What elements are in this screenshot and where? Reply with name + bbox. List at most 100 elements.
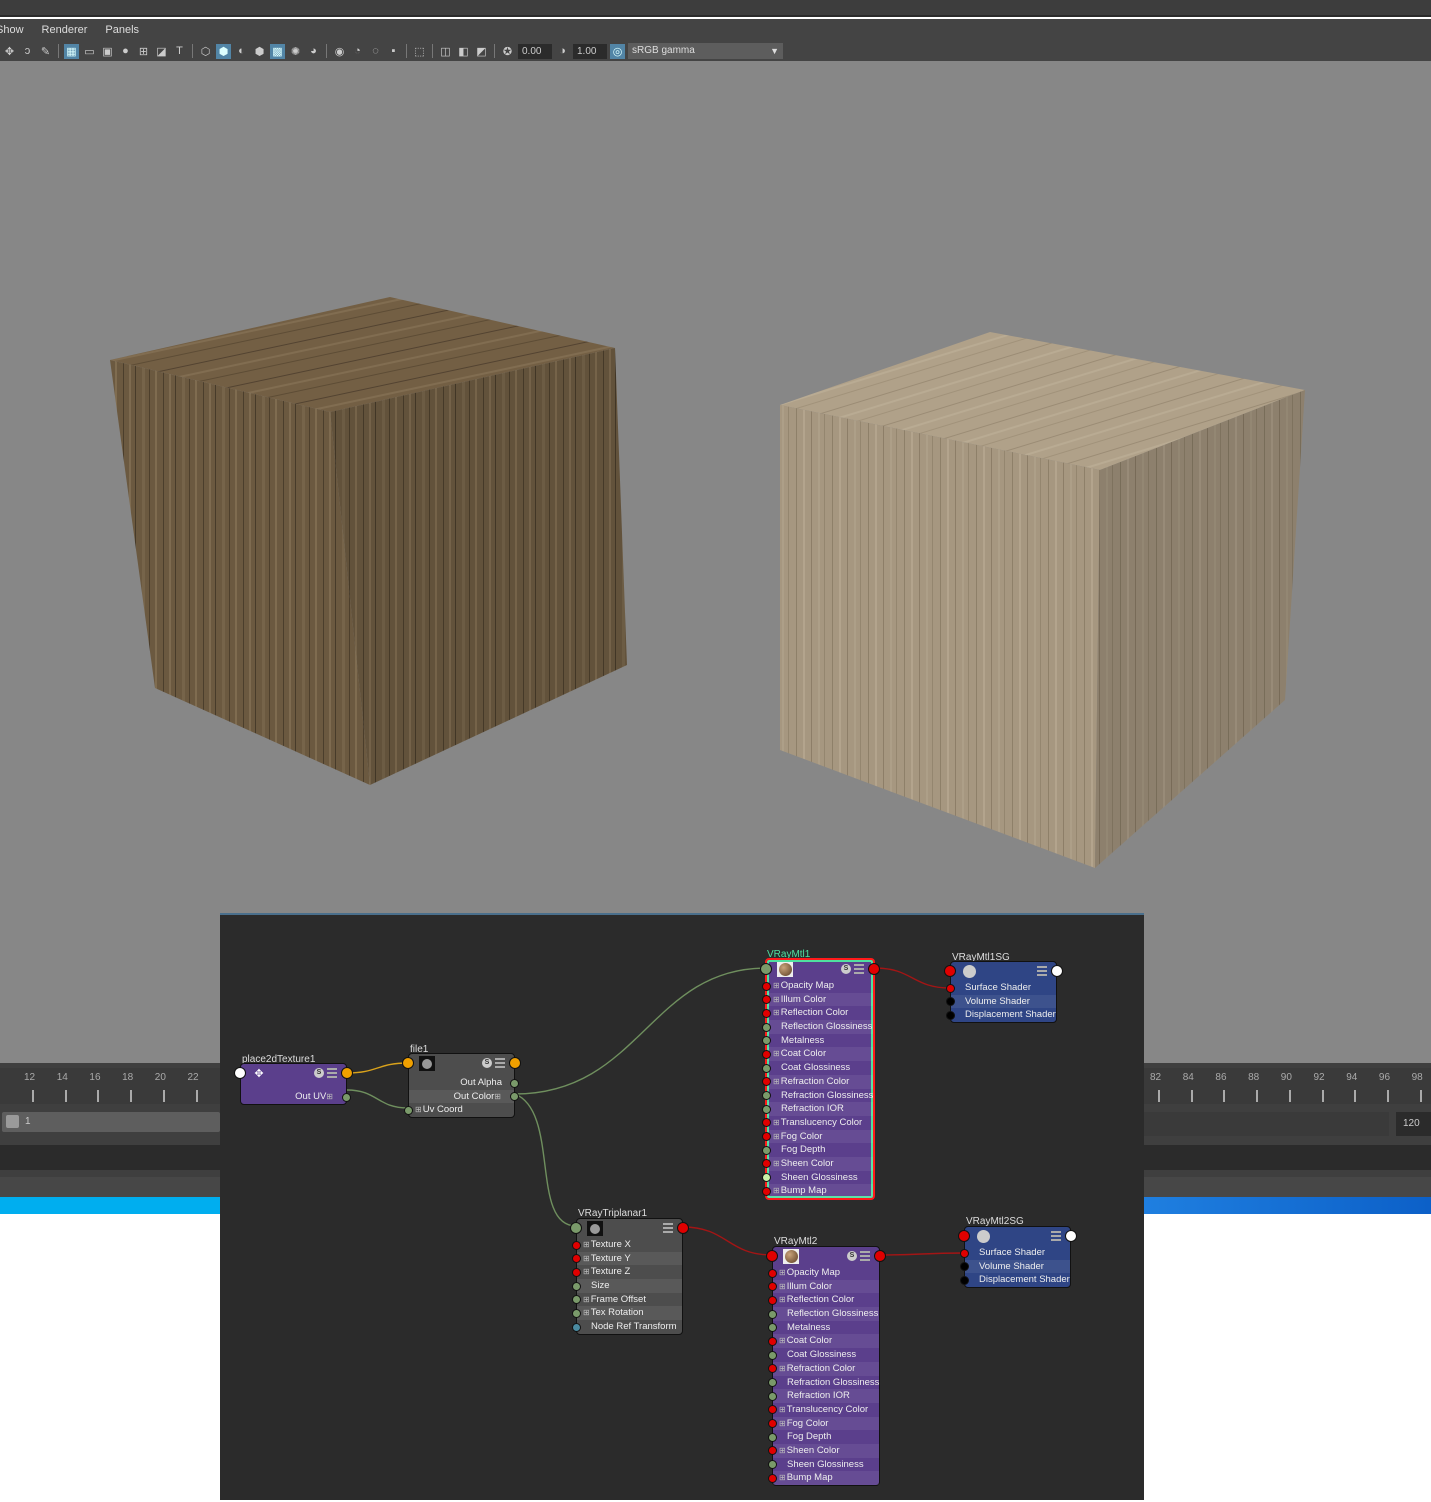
- attribute-row[interactable]: ⊞Translucency Color: [768, 1403, 879, 1417]
- input-port[interactable]: [768, 1282, 777, 1292]
- time-ruler[interactable]: 12141618202224: [0, 1068, 231, 1104]
- attribute-row[interactable]: Node Ref Transform: [572, 1320, 682, 1334]
- input-port[interactable]: [572, 1308, 581, 1318]
- node-file1[interactable]: S Out Alpha Out Color⊞ ⊞Uv Coord: [402, 1053, 521, 1119]
- node-header[interactable]: [944, 962, 1063, 981]
- expand-icon[interactable]: ⊞: [773, 1118, 780, 1127]
- input-port[interactable]: [762, 981, 771, 991]
- film-gate-icon[interactable]: ▭: [82, 44, 97, 59]
- range-handle[interactable]: [6, 1115, 19, 1128]
- attribute-row[interactable]: Refraction IOR: [768, 1389, 879, 1403]
- attribute-row[interactable]: Surface Shader: [946, 981, 1056, 995]
- attribute-row[interactable]: Displacement Shader: [946, 1008, 1056, 1022]
- node-header[interactable]: [958, 1227, 1077, 1246]
- node-editor[interactable]: place2dTexture1 ✥ S Out UV⊞ file1 S Out Alpha O…: [220, 913, 1144, 1500]
- input-port[interactable]: [762, 1036, 771, 1046]
- input-port[interactable]: [572, 1322, 581, 1332]
- attribute-row[interactable]: Volume Shader: [946, 994, 1056, 1009]
- expand-icon[interactable]: ⊞: [583, 1240, 590, 1249]
- attribute-list-icon[interactable]: [1051, 1231, 1061, 1241]
- wire-file1-to-vraymtl1[interactable]: [514, 967, 767, 1095]
- grid-icon[interactable]: ▦: [64, 43, 79, 59]
- xray-active-icon[interactable]: ◩: [474, 44, 489, 59]
- expand-icon[interactable]: ⊞: [773, 1186, 780, 1195]
- input-port[interactable]: [768, 1350, 777, 1360]
- input-port[interactable]: [960, 1275, 969, 1285]
- attribute-row[interactable]: ⊞Fog Color: [768, 1416, 879, 1431]
- attribute-row[interactable]: Sheen Glossiness: [768, 1458, 879, 1472]
- node-vraymtl1sg[interactable]: Surface Shader Volume Shader Displacement …: [944, 961, 1063, 1024]
- wireframe-icon[interactable]: ⬡: [198, 44, 213, 59]
- input-port[interactable]: [960, 1262, 969, 1272]
- time-ruler[interactable]: 82 84 86 88 90 92 94 96 98: [1144, 1068, 1431, 1104]
- ambient-occlusion-icon[interactable]: ◉: [332, 44, 347, 59]
- expand-icon[interactable]: ⊞: [779, 1446, 786, 1455]
- output-port[interactable]: [342, 1092, 351, 1102]
- input-port[interactable]: [946, 983, 955, 993]
- input-port[interactable]: [762, 1186, 771, 1196]
- expand-icon[interactable]: ⊞: [415, 1105, 422, 1114]
- color-management-icon[interactable]: ◎: [610, 43, 625, 59]
- attribute-row[interactable]: Refraction IOR: [762, 1102, 873, 1116]
- expand-icon[interactable]: ⊞: [773, 1132, 780, 1141]
- wire-vraymtl2-to-sg2[interactable]: [879, 1252, 965, 1256]
- output-port[interactable]: [1065, 1230, 1077, 1242]
- attribute-row[interactable]: Coat Glossiness: [762, 1061, 873, 1075]
- attribute-row[interactable]: Reflection Glossiness: [768, 1307, 879, 1321]
- input-port[interactable]: [762, 1118, 771, 1128]
- resolution-gate-icon[interactable]: ▣: [100, 44, 115, 59]
- attribute-row[interactable]: ⊞Illum Color: [762, 992, 873, 1007]
- input-port[interactable]: [760, 963, 772, 975]
- swatch-toggle-icon[interactable]: S: [314, 1068, 324, 1078]
- expand-icon[interactable]: ⊞: [583, 1254, 590, 1263]
- input-port[interactable]: [768, 1268, 777, 1278]
- node-vraymtl2sg[interactable]: Surface Shader Volume Shader Displacement …: [958, 1226, 1077, 1289]
- attribute-row[interactable]: Volume Shader: [960, 1259, 1070, 1274]
- expand-icon[interactable]: ⊞: [583, 1295, 590, 1304]
- attribute-row[interactable]: Surface Shader: [960, 1246, 1070, 1260]
- input-port[interactable]: [762, 1132, 771, 1142]
- input-port[interactable]: [768, 1378, 777, 1387]
- input-port[interactable]: [762, 1022, 771, 1032]
- gate-mask-icon[interactable]: ●: [118, 44, 133, 59]
- expand-icon[interactable]: ⊞: [773, 995, 780, 1004]
- attribute-row[interactable]: Out Color⊞: [409, 1089, 519, 1104]
- attribute-row[interactable]: ⊞Bump Map: [768, 1471, 879, 1485]
- attribute-row[interactable]: ⊞Coat Color: [762, 1047, 873, 1062]
- menu-renderer[interactable]: Renderer: [42, 24, 88, 36]
- input-port[interactable]: [762, 1063, 771, 1073]
- attribute-row[interactable]: ⊞Texture X: [572, 1238, 682, 1252]
- attribute-row[interactable]: ⊞Tex Rotation: [572, 1306, 682, 1321]
- expand-icon[interactable]: ⊞: [326, 1092, 333, 1101]
- expand-icon[interactable]: ⊞: [779, 1419, 786, 1428]
- attribute-row[interactable]: ⊞Sheen Color: [768, 1443, 879, 1458]
- attribute-row[interactable]: Reflection Glossiness: [762, 1020, 873, 1034]
- expand-icon[interactable]: ⊞: [583, 1267, 590, 1276]
- input-port[interactable]: [946, 997, 955, 1007]
- input-port[interactable]: [572, 1295, 581, 1305]
- attribute-row[interactable]: ⊞Refraction Color: [762, 1074, 873, 1089]
- attribute-row[interactable]: Out Alpha: [409, 1076, 519, 1090]
- attribute-list-icon[interactable]: [1037, 966, 1047, 976]
- node-vraymtl2[interactable]: S ⊞Opacity Map ⊞Illum Color ⊞Reflection Col…: [766, 1246, 886, 1486]
- output-port[interactable]: [509, 1057, 521, 1069]
- swatch-toggle-icon[interactable]: S: [841, 964, 851, 974]
- expand-icon[interactable]: ⊞: [779, 1405, 786, 1414]
- input-port[interactable]: [768, 1323, 777, 1333]
- node-header[interactable]: [570, 1219, 689, 1238]
- xray-joints-icon[interactable]: ◧: [456, 44, 471, 59]
- input-port[interactable]: [768, 1473, 777, 1483]
- expand-icon[interactable]: ⊞: [773, 981, 780, 990]
- input-port[interactable]: [768, 1460, 777, 1470]
- dark-wood-cube[interactable]: [110, 297, 627, 785]
- lasso-icon[interactable]: ↄ: [20, 44, 35, 59]
- attribute-list-icon[interactable]: [663, 1223, 673, 1233]
- input-port[interactable]: [768, 1309, 777, 1319]
- input-port[interactable]: [402, 1057, 414, 1069]
- color-space-dropdown[interactable]: sRGB gamma ▼: [628, 43, 783, 59]
- expand-icon[interactable]: ⊞: [494, 1092, 501, 1101]
- input-port[interactable]: [768, 1364, 777, 1374]
- attribute-row[interactable]: Displacement Shader: [960, 1273, 1070, 1287]
- swatch-toggle-icon[interactable]: S: [482, 1058, 492, 1068]
- menu-panels[interactable]: Panels: [105, 24, 139, 36]
